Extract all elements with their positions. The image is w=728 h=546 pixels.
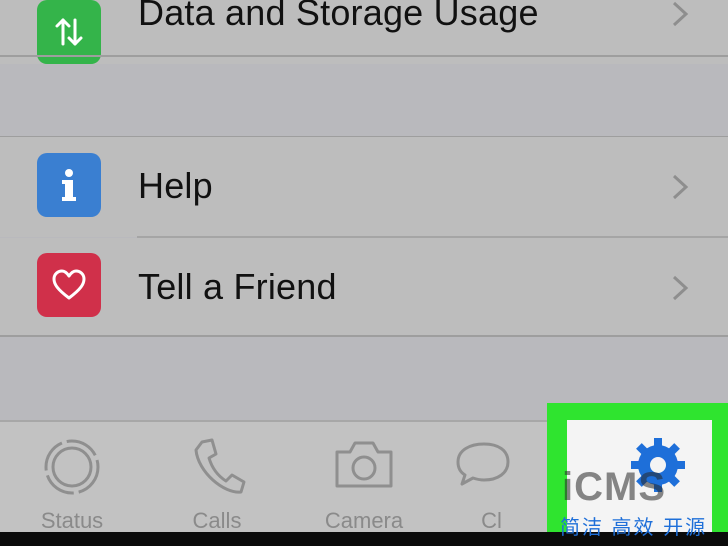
tab-status[interactable]: Status (12, 422, 132, 534)
tab-chats-label: Cl (481, 508, 502, 533)
tab-camera[interactable]: Camera (304, 422, 424, 534)
tab-status-label: Status (40, 508, 104, 533)
phone-icon (194, 438, 246, 494)
settings-row-help[interactable]: Help (0, 137, 728, 237)
whatsapp-settings-screen: Data and Storage Usage Help Tell a Frien… (0, 0, 728, 546)
tab-chats[interactable]: Cl (452, 422, 547, 534)
section-divider (0, 335, 728, 337)
watermark: iCMS 简洁 高效 开源 (560, 455, 728, 546)
camera-icon (335, 441, 393, 488)
watermark-tagline: 简洁 高效 开源 (560, 517, 708, 539)
status-ring-icon (44, 439, 100, 495)
heart-icon (52, 269, 86, 300)
section-divider (0, 55, 728, 57)
help-icon-box (37, 153, 101, 217)
arrows-up-down-icon (55, 18, 83, 46)
tab-calls-label: Calls (192, 508, 242, 533)
chevron-right-icon (672, 1, 689, 27)
help-label: Help (138, 165, 213, 206)
chevron-right-icon (672, 174, 689, 200)
chevron-right-icon (672, 275, 689, 301)
tell-friend-label: Tell a Friend (138, 266, 337, 307)
settings-row-tell-a-friend[interactable]: Tell a Friend (0, 238, 728, 336)
tab-calls[interactable]: Calls (157, 422, 277, 534)
tell-friend-icon-box (37, 253, 101, 317)
info-icon (62, 169, 76, 201)
chat-bubbles-icon (456, 442, 510, 486)
data-storage-label: Data and Storage Usage (138, 0, 539, 33)
watermark-logo: iCMS (562, 465, 666, 509)
tab-camera-label: Camera (324, 508, 404, 533)
